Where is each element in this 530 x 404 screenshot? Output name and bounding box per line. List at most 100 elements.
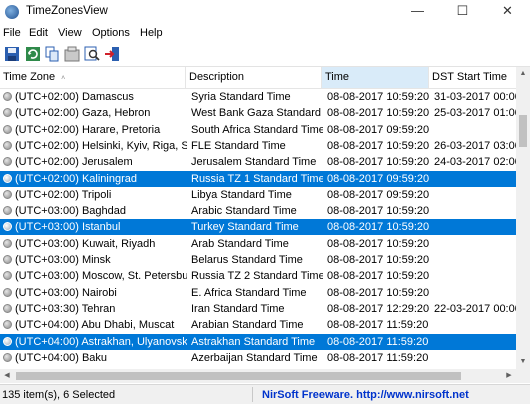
table-row[interactable]: (UTC+03:00) Istanbul Turkey Standard Time… — [0, 219, 516, 236]
table-row[interactable]: (UTC+03:00) Kuwait, Riyadh Arab Standard … — [0, 236, 516, 252]
cell-dst-start-time — [434, 171, 516, 187]
properties-icon[interactable] — [64, 46, 80, 62]
timezone-row-icon — [3, 255, 12, 264]
scroll-corner — [516, 369, 530, 383]
table-row[interactable]: (UTC+02:00) Kaliningrad Russia TZ 1 Stand… — [0, 170, 516, 187]
cell-time-zone: (UTC+02:00) Damascus — [15, 91, 134, 103]
cell-description: Russia TZ 1 Standard Time — [191, 172, 323, 185]
timezone-row-icon — [3, 303, 12, 313]
timezone-row-icon — [3, 206, 12, 216]
app-globe-icon — [5, 5, 19, 19]
cell-description: Libya Standard Time — [191, 188, 292, 201]
cell-description: Arabic Standard Time — [191, 205, 297, 218]
timezone-row-icon — [3, 108, 12, 118]
scroll-right-arrow-icon[interactable]: ▶ — [502, 369, 516, 383]
timezone-row-icon — [3, 287, 12, 297]
table-row[interactable]: (UTC+03:30) Tehran Iran Standard Time 08-0… — [0, 301, 516, 317]
toolbar — [0, 42, 530, 66]
status-item-count: 135 item(s), 6 Selected — [2, 389, 116, 401]
scroll-down-arrow-icon[interactable]: ▼ — [516, 355, 530, 369]
cell-description: South Africa Standard Time — [191, 123, 323, 136]
column-header-time[interactable]: Time — [322, 67, 429, 88]
table-row[interactable]: (UTC+04:00) Baku Azerbaijan Standard Time… — [0, 350, 516, 366]
timezone-list[interactable]: Time Zone ˄ Description Time DST Start Ti… — [0, 67, 516, 369]
cell-dst-start-time: 31-03-2017 00:00:0 — [434, 91, 516, 103]
table-row[interactable]: (UTC+02:00) Jerusalem Jerusalem Standard … — [0, 154, 516, 170]
cell-time: 08-08-2017 11:59:20 — [327, 319, 429, 332]
menu-options[interactable]: Options — [92, 27, 130, 39]
table-row[interactable]: (UTC+03:00) Baghdad Arabic Standard Time 0… — [0, 203, 516, 219]
cell-time: 08-08-2017 10:59:20 — [327, 221, 430, 234]
column-header-dst-start-time[interactable]: DST Start Time — [429, 67, 516, 88]
cell-description: Azerbaijan Standard Time — [191, 351, 318, 364]
cell-time-zone: (UTC+03:30) Tehran — [15, 302, 116, 315]
table-row[interactable]: (UTC+02:00) Helsinki, Kyiv, Riga, So... F… — [0, 138, 516, 154]
cell-dst-start-time — [434, 350, 516, 366]
cell-dst-start-time — [434, 187, 516, 203]
cell-time: 08-08-2017 10:59:20 — [327, 286, 430, 299]
cell-description: Turkey Standard Time — [191, 221, 299, 234]
status-divider — [252, 387, 253, 402]
cell-time: 08-08-2017 10:59:20 — [327, 254, 430, 266]
menu-help[interactable]: Help — [140, 27, 163, 39]
timezone-row-icon — [3, 336, 12, 346]
menu-edit[interactable]: Edit — [29, 27, 48, 39]
column-header-time-zone[interactable]: Time Zone ˄ — [0, 67, 186, 88]
nirsoft-link[interactable]: NirSoft Freeware. http://www.nirsoft.net — [262, 389, 469, 401]
maximize-button[interactable]: ☐ — [440, 0, 485, 24]
exit-icon[interactable] — [104, 46, 120, 62]
timezone-row-icon — [3, 222, 12, 232]
cell-dst-start-time — [434, 268, 516, 284]
cell-description: Russia TZ 2 Standard Time — [191, 270, 323, 283]
save-icon[interactable] — [4, 46, 20, 62]
scroll-up-arrow-icon[interactable]: ▲ — [516, 67, 530, 81]
column-header-description[interactable]: Description — [186, 67, 322, 88]
vertical-scrollbar[interactable]: ▲ ▼ — [516, 67, 530, 369]
horizontal-scroll-thumb[interactable] — [16, 372, 461, 380]
cell-time: 08-08-2017 10:59:20 — [327, 107, 430, 120]
cell-time: 08-08-2017 10:59:20 — [327, 237, 430, 250]
table-row[interactable]: (UTC+04:00) Astrakhan, Ulyanovsk Astrakha… — [0, 333, 516, 350]
cell-time: 08-08-2017 09:59:20 — [327, 123, 430, 136]
cell-description: West Bank Gaza Standard ... — [191, 107, 323, 120]
cell-time-zone: (UTC+03:00) Minsk — [15, 254, 111, 266]
find-icon[interactable] — [84, 46, 100, 62]
cell-description: FLE Standard Time — [191, 139, 286, 152]
timezone-row-icon — [3, 157, 12, 167]
copy-icon[interactable] — [44, 46, 60, 62]
table-row[interactable]: (UTC+02:00) Gaza, Hebron West Bank Gaza S… — [0, 105, 516, 121]
timezone-row-icon — [3, 238, 12, 248]
cell-dst-start-time — [434, 252, 516, 268]
scroll-left-arrow-icon[interactable]: ◀ — [0, 369, 14, 383]
table-row[interactable]: (UTC+03:00) Moscow, St. Petersbur... Russ… — [0, 268, 516, 284]
cell-time-zone: (UTC+03:00) Moscow, St. Petersbur... — [15, 270, 187, 283]
minimize-button[interactable]: — — [395, 0, 440, 24]
cell-time-zone: (UTC+03:00) Kuwait, Riyadh — [15, 237, 156, 250]
vertical-scroll-thumb[interactable] — [519, 115, 527, 147]
timezone-row-icon — [3, 189, 12, 199]
window-title: TimeZonesView — [26, 5, 108, 17]
cell-time: 08-08-2017 10:59:20 — [327, 91, 430, 103]
menu-view[interactable]: View — [58, 27, 82, 39]
cell-dst-start-time: 24-03-2017 02:00:0 — [434, 156, 516, 169]
timezone-row-icon — [3, 173, 12, 183]
menu-file[interactable]: File — [3, 27, 21, 39]
table-row[interactable]: (UTC+02:00) Harare, Pretoria South Africa… — [0, 122, 516, 138]
timezone-row-icon — [3, 320, 12, 330]
table-row[interactable]: (UTC+02:00) Damascus Syria Standard Time 0… — [0, 89, 516, 105]
close-button[interactable]: ✕ — [485, 0, 530, 24]
table-row[interactable]: (UTC+03:00) Nairobi E. Africa Standard Ti… — [0, 285, 516, 301]
cell-description: Syria Standard Time — [191, 91, 291, 103]
cell-time: 08-08-2017 09:59:20 — [327, 172, 430, 185]
cell-dst-start-time — [434, 203, 516, 219]
cell-time-zone: (UTC+02:00) Kaliningrad — [15, 172, 137, 185]
table-row[interactable]: (UTC+02:00) Tripoli Libya Standard Time 08… — [0, 187, 516, 203]
refresh-icon[interactable] — [25, 46, 41, 62]
table-row[interactable]: (UTC+03:00) Minsk Belarus Standard Time 08… — [0, 252, 516, 268]
cell-time: 08-08-2017 11:59:20 — [327, 351, 429, 364]
cell-time: 08-08-2017 10:59:20 — [327, 156, 430, 169]
cell-description: E. Africa Standard Time — [191, 286, 307, 299]
column-header-row: Time Zone ˄ Description Time DST Start Ti… — [0, 67, 516, 89]
table-row[interactable]: (UTC+04:00) Abu Dhabi, Muscat Arabian Sta… — [0, 317, 516, 333]
horizontal-scrollbar[interactable]: ◀ ▶ — [0, 369, 516, 383]
